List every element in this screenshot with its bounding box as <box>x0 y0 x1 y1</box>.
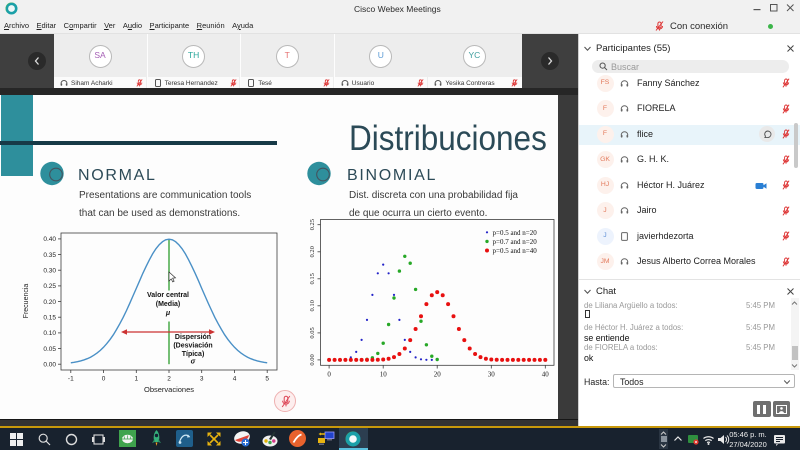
svg-text:20: 20 <box>434 371 442 379</box>
svg-text:0.30: 0.30 <box>43 268 56 275</box>
svg-text:4: 4 <box>233 376 237 383</box>
svg-text:0.25: 0.25 <box>309 219 316 230</box>
svg-text:0.20: 0.20 <box>309 246 316 257</box>
svg-text:Frecuencia: Frecuencia <box>23 284 30 319</box>
svg-text:0.00: 0.00 <box>43 362 56 369</box>
svg-text:0.10: 0.10 <box>309 300 316 311</box>
svg-text:p=0.7 and n=20: p=0.7 and n=20 <box>493 238 538 246</box>
svg-text:0.15: 0.15 <box>309 273 316 284</box>
svg-text:σ: σ <box>191 359 196 366</box>
svg-text:5: 5 <box>265 376 269 383</box>
svg-text:1: 1 <box>134 376 138 383</box>
svg-text:3: 3 <box>200 376 204 383</box>
svg-text:0.20: 0.20 <box>43 299 56 306</box>
svg-text:(Desviación: (Desviación <box>173 343 212 350</box>
svg-text:p=0.5 and n=40: p=0.5 and n=40 <box>493 247 538 255</box>
svg-text:0.00: 0.00 <box>309 354 316 365</box>
svg-text:μ: μ <box>165 310 171 317</box>
svg-text:0.05: 0.05 <box>309 327 316 338</box>
svg-text:(Media): (Media) <box>156 301 181 308</box>
svg-text:0.40: 0.40 <box>43 236 56 243</box>
svg-text:0.10: 0.10 <box>43 330 56 337</box>
svg-text:0.15: 0.15 <box>43 315 56 322</box>
svg-text:Dispersión: Dispersión <box>175 334 211 341</box>
svg-text:10: 10 <box>380 371 388 379</box>
svg-text:30: 30 <box>488 371 496 379</box>
svg-text:Valor central: Valor central <box>147 292 189 299</box>
svg-text:2: 2 <box>167 376 171 383</box>
svg-text:Típica): Típica) <box>182 351 205 358</box>
svg-text:0.05: 0.05 <box>43 346 56 353</box>
svg-text:0: 0 <box>102 376 106 383</box>
svg-text:0.25: 0.25 <box>43 283 56 290</box>
svg-text:40: 40 <box>542 371 550 379</box>
svg-text:-1: -1 <box>68 376 74 383</box>
svg-text:p=0.5 and n=20: p=0.5 and n=20 <box>493 229 538 237</box>
svg-text:0.35: 0.35 <box>43 252 56 259</box>
svg-text:0: 0 <box>327 371 331 379</box>
svg-text:Observaciones: Observaciones <box>144 385 194 394</box>
